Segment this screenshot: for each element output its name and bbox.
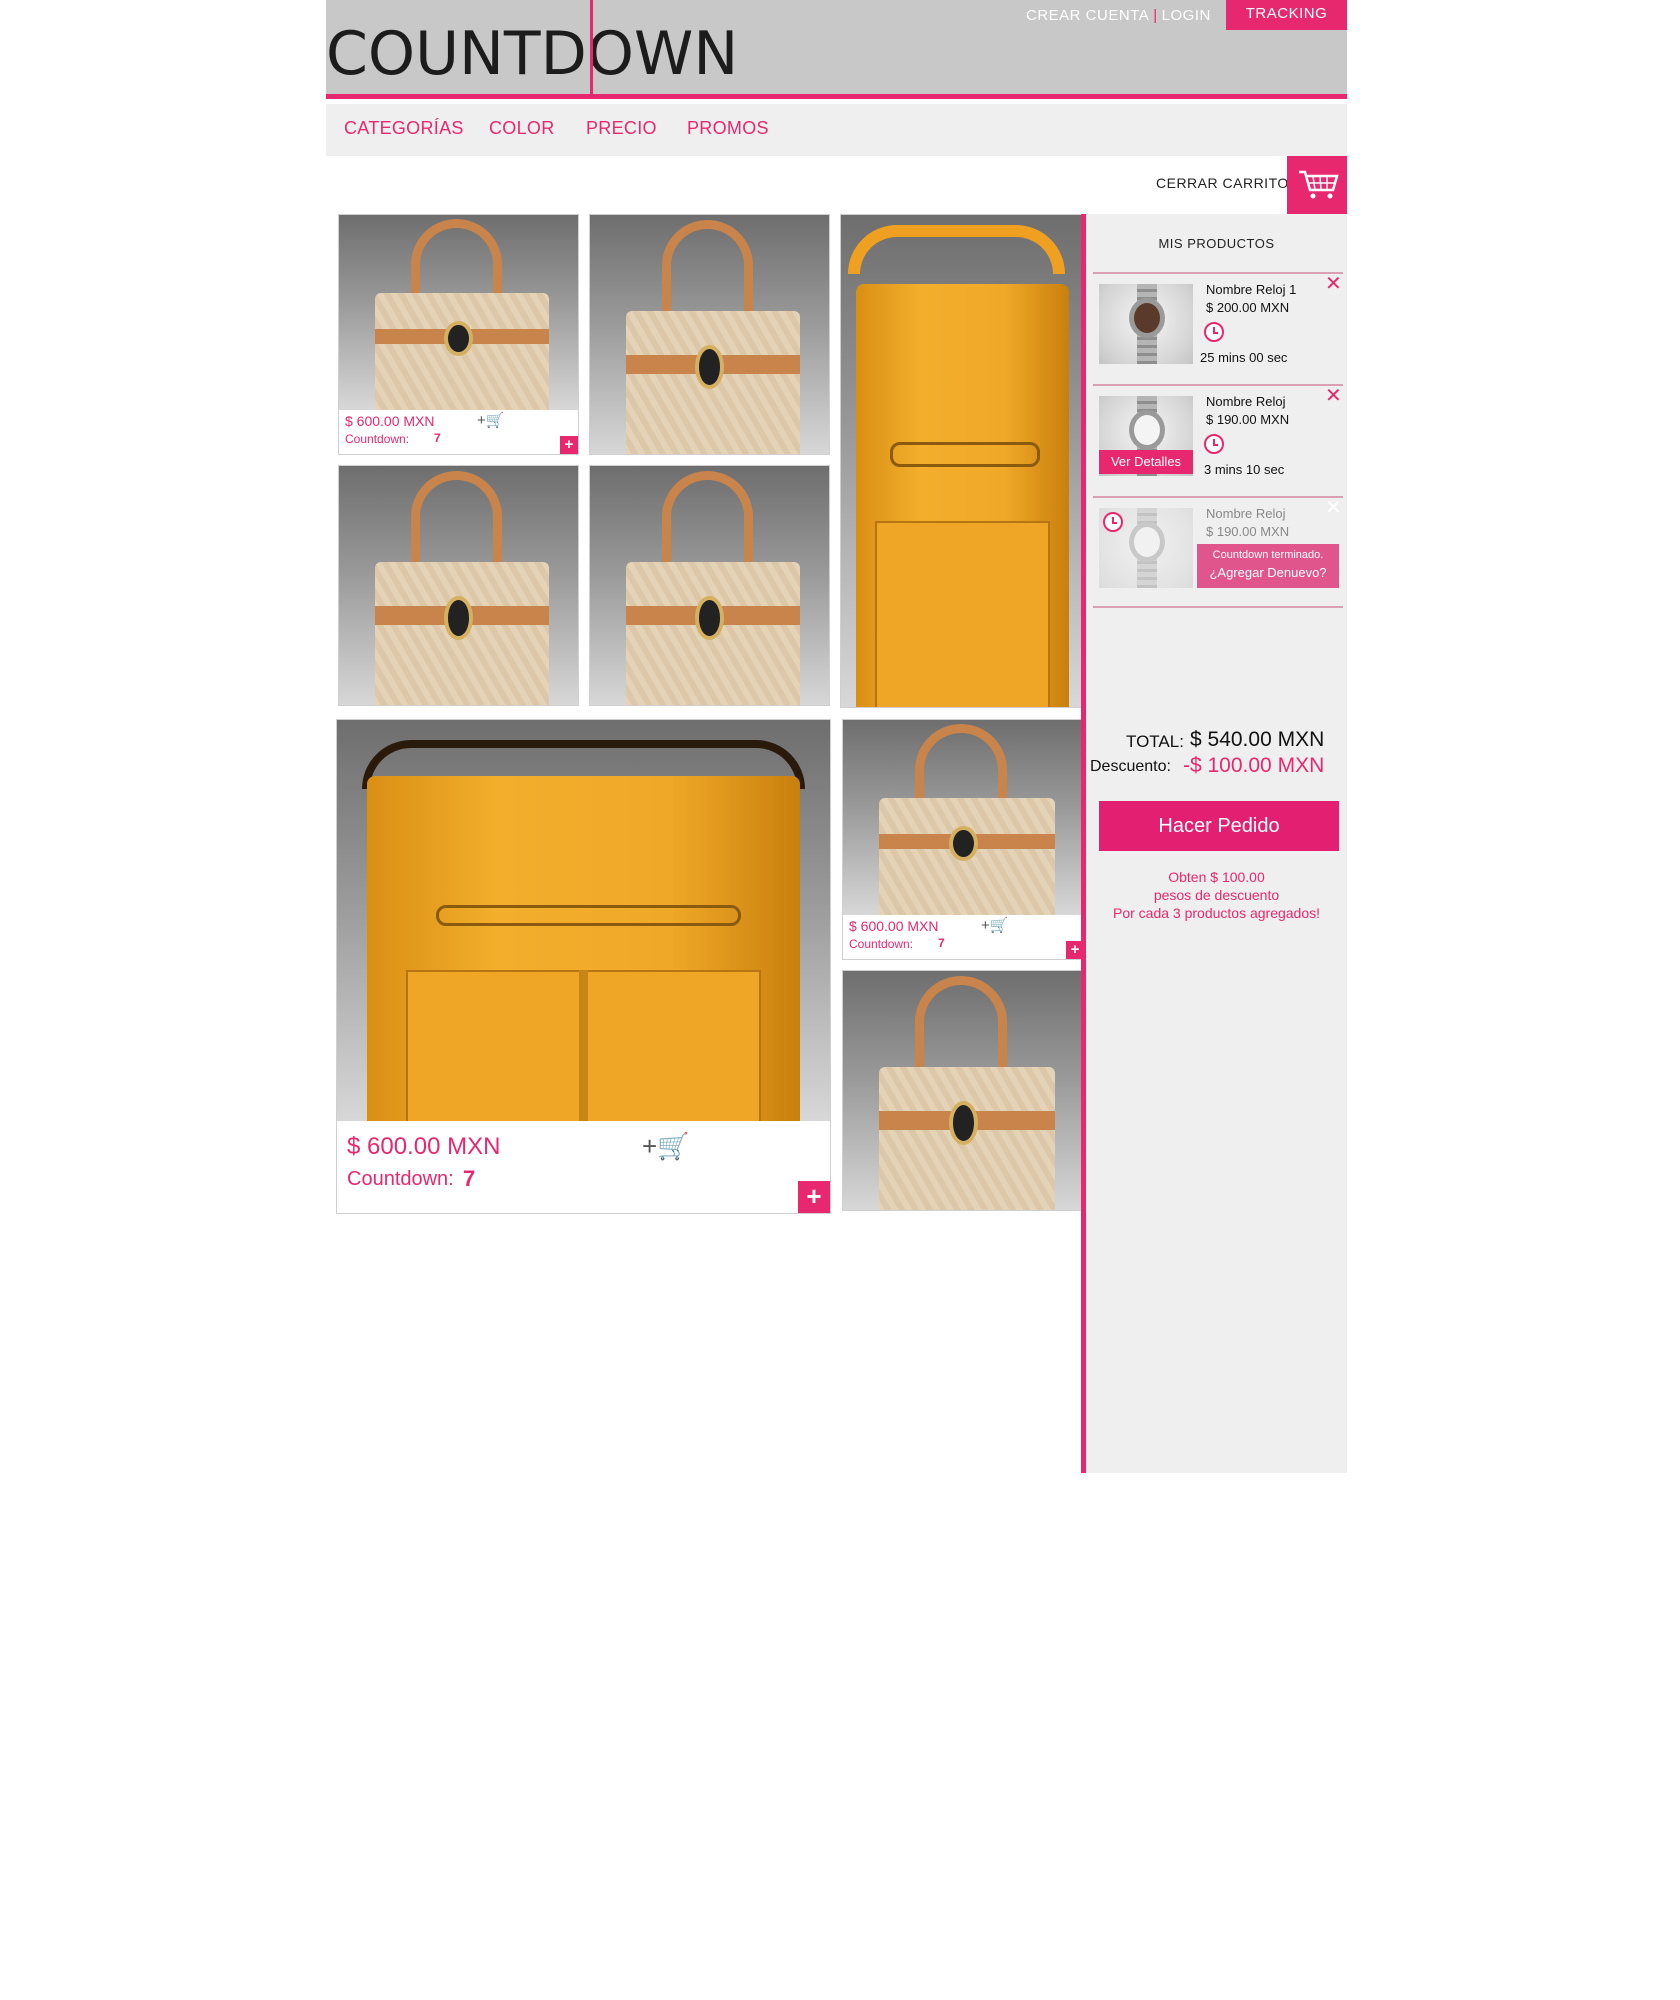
cart-item-timer: 25 mins 00 sec bbox=[1200, 350, 1288, 365]
countdown-value: 7 bbox=[938, 936, 945, 950]
close-cart-link[interactable]: CERRAR CARRITO bbox=[1156, 175, 1289, 191]
link-separator: | bbox=[1153, 7, 1158, 24]
product-card[interactable]: $ 600.00 MXN +🛒 Countdown: 7 + bbox=[842, 719, 1085, 960]
main-nav: CATEGORÍAS COLOR PRECIO PROMOS bbox=[326, 104, 1347, 156]
cart-panel: MIS PRODUCTOS Nombre Reloj 1 $ 200.00 MX… bbox=[1081, 214, 1347, 1473]
add-to-cart-icon[interactable]: +🛒 bbox=[981, 916, 1008, 934]
logo[interactable]: COUNTDOWN bbox=[326, 16, 738, 92]
cart-item-name: Nombre Reloj bbox=[1206, 394, 1286, 409]
product-card[interactable] bbox=[589, 214, 830, 455]
product-card[interactable] bbox=[840, 214, 1085, 708]
nav-item-precio[interactable]: PRECIO bbox=[586, 118, 657, 139]
clock-icon bbox=[1204, 322, 1224, 342]
product-info: $ 600.00 MXN +🛒 Countdown: 7 + bbox=[337, 1121, 830, 1213]
countdown-value: 7 bbox=[463, 1166, 476, 1191]
remove-item-icon[interactable]: ✕ bbox=[1325, 498, 1342, 518]
cart-item: Nombre Reloj 1 $ 200.00 MXN 25 mins 00 s… bbox=[1093, 272, 1343, 384]
product-info: $ 600.00 MXN +🛒 Countdown: 7 + bbox=[339, 410, 578, 454]
cart-item-name: Nombre Reloj bbox=[1206, 506, 1286, 521]
product-image[interactable] bbox=[590, 466, 829, 705]
product-card-featured[interactable]: $ 600.00 MXN +🛒 Countdown: 7 + bbox=[336, 719, 831, 1214]
cart-item-expired: Nombre Reloj $ 190.00 MXN ✕ Countdown te… bbox=[1093, 496, 1343, 608]
expired-message: Countdown terminado. bbox=[1212, 549, 1324, 561]
site-container: COUNTDOWN CREAR CUENTA | LOGIN TRACKING CA… bbox=[326, 0, 1347, 1473]
tracking-button[interactable]: TRACKING bbox=[1226, 0, 1347, 30]
total-label: TOTAL: bbox=[1126, 732, 1184, 751]
cart-item-name: Nombre Reloj 1 bbox=[1206, 282, 1297, 297]
account-links: CREAR CUENTA | LOGIN bbox=[1026, 7, 1211, 24]
promo-message: Obten $ 100.00 pesos de descuento Por ca… bbox=[1086, 868, 1347, 922]
create-account-link[interactable]: CREAR CUENTA bbox=[1026, 7, 1149, 24]
nav-item-color[interactable]: COLOR bbox=[489, 118, 555, 139]
product-price: $ 600.00 MXN bbox=[849, 918, 939, 934]
countdown-label: Countdown: bbox=[849, 937, 914, 951]
promo-line: Obten $ 100.00 bbox=[1168, 869, 1265, 885]
product-image[interactable] bbox=[339, 466, 578, 705]
view-details-button[interactable]: Ver Detalles bbox=[1099, 450, 1193, 474]
countdown-label: Countdown: bbox=[345, 432, 410, 446]
cart-item-timer: 3 mins 10 sec bbox=[1204, 462, 1285, 477]
cart-item-price: $ 190.00 MXN bbox=[1206, 412, 1290, 427]
promo-line: Por cada 3 productos agregados! bbox=[1112, 905, 1321, 921]
clock-icon bbox=[1204, 434, 1224, 454]
product-price: $ 600.00 MXN bbox=[347, 1133, 501, 1160]
product-image[interactable] bbox=[843, 720, 1084, 916]
nav-item-promos[interactable]: PROMOS bbox=[687, 118, 769, 139]
countdown-label: Countdown: bbox=[347, 1168, 454, 1190]
remove-item-icon[interactable]: ✕ bbox=[1325, 274, 1342, 294]
product-info: $ 600.00 MXN +🛒 Countdown: 7 + bbox=[843, 915, 1084, 959]
discount-label: Descuento: bbox=[1090, 758, 1171, 775]
product-thumbnail[interactable] bbox=[1099, 284, 1193, 364]
logo-accent-line bbox=[590, 0, 593, 99]
add-to-cart-icon[interactable]: +🛒 bbox=[477, 411, 504, 429]
cart-icon bbox=[1299, 170, 1339, 199]
product-card[interactable] bbox=[589, 465, 830, 706]
product-image[interactable] bbox=[339, 215, 578, 411]
re-add-label: ¿Agregar Denuevo? bbox=[1209, 565, 1327, 580]
product-card[interactable] bbox=[842, 970, 1085, 1211]
discount-value: -$ 100.00 MXN bbox=[1183, 754, 1325, 777]
product-image[interactable] bbox=[337, 720, 830, 1123]
product-image[interactable] bbox=[843, 971, 1084, 1210]
plus-button[interactable]: + bbox=[798, 1181, 830, 1213]
cart-item-price: $ 200.00 MXN bbox=[1206, 300, 1290, 315]
header: COUNTDOWN CREAR CUENTA | LOGIN TRACKING bbox=[326, 0, 1347, 99]
cart-item-price: $ 190.00 MXN bbox=[1206, 524, 1290, 539]
remove-item-icon[interactable]: ✕ bbox=[1325, 386, 1342, 406]
plus-button[interactable]: + bbox=[560, 436, 578, 454]
cart-item: Ver Detalles Nombre Reloj $ 190.00 MXN 3… bbox=[1093, 384, 1343, 496]
login-link[interactable]: LOGIN bbox=[1162, 7, 1211, 24]
place-order-button[interactable]: Hacer Pedido bbox=[1099, 801, 1339, 851]
product-card[interactable]: $ 600.00 MXN +🛒 Countdown: 7 + bbox=[338, 214, 579, 455]
total-value: $ 540.00 MXN bbox=[1190, 728, 1325, 751]
product-image[interactable] bbox=[841, 215, 1084, 707]
product-card[interactable] bbox=[338, 465, 579, 706]
countdown-value: 7 bbox=[434, 431, 441, 445]
re-add-button[interactable]: Countdown terminado. ¿Agregar Denuevo? bbox=[1197, 544, 1339, 588]
cart-toggle-button[interactable] bbox=[1287, 156, 1347, 224]
add-to-cart-icon[interactable]: +🛒 bbox=[642, 1131, 690, 1162]
promo-line: pesos de descuento bbox=[1153, 887, 1280, 903]
product-image[interactable] bbox=[590, 215, 829, 454]
nav-item-categorias[interactable]: CATEGORÍAS bbox=[344, 118, 464, 139]
cart-title: MIS PRODUCTOS bbox=[1158, 236, 1275, 251]
product-price: $ 600.00 MXN bbox=[345, 413, 435, 429]
clock-icon bbox=[1103, 512, 1123, 532]
